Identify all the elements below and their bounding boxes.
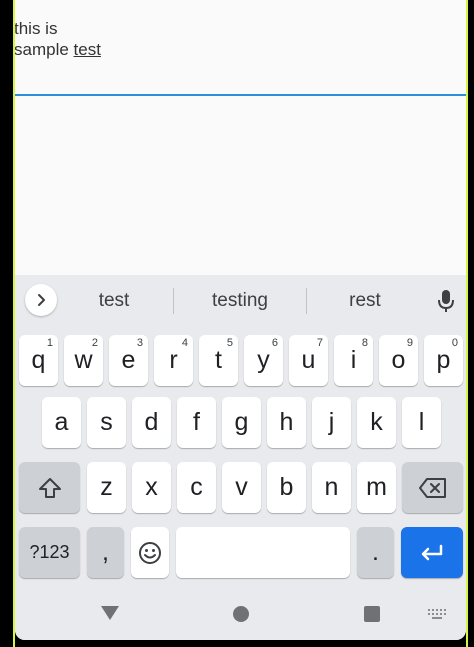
key-g[interactable]: g	[222, 397, 261, 448]
home-circle-icon	[233, 606, 249, 622]
key-q[interactable]: q1	[19, 335, 58, 386]
phone-screen: this is sample test test testing rest q …	[15, 0, 466, 640]
key-o[interactable]: o9	[379, 335, 418, 386]
key-hint: 8	[361, 337, 368, 349]
emoji-key[interactable]	[131, 527, 169, 578]
key-label: u	[301, 346, 316, 374]
key-b[interactable]: b	[267, 462, 306, 513]
key-label: q	[31, 346, 46, 374]
key-v[interactable]: v	[222, 462, 261, 513]
key-label: w	[74, 346, 93, 374]
back-triangle-icon	[101, 606, 119, 620]
key-f[interactable]: f	[177, 397, 216, 448]
suggestion-2[interactable]: testing	[174, 275, 306, 327]
enter-icon	[421, 544, 443, 560]
nav-home-button[interactable]	[230, 603, 252, 625]
expand-toolbar-button[interactable]	[25, 284, 57, 316]
chevron-right-icon	[38, 294, 45, 306]
key-hint: 4	[181, 337, 188, 349]
mic-icon	[438, 290, 454, 312]
keyboard-switch-icon	[428, 609, 446, 619]
nav-keyboard-switch-button[interactable]	[425, 606, 449, 622]
shift-key[interactable]	[19, 462, 80, 513]
key-u[interactable]: u7	[289, 335, 328, 386]
emoji-icon	[139, 541, 161, 564]
key-r[interactable]: r4	[154, 335, 193, 386]
key-hint: 0	[451, 337, 458, 349]
voice-input-button[interactable]	[435, 288, 457, 314]
nav-back-button[interactable]	[99, 603, 121, 623]
key-hint: 1	[46, 337, 53, 349]
text-input-field[interactable]: this is sample test	[15, 0, 466, 96]
key-k[interactable]: k	[357, 397, 396, 448]
soft-keyboard: test testing rest q1 w2 e3 r4 t5 y6 u7 i…	[15, 275, 466, 589]
key-label: t	[215, 346, 222, 374]
key-label: p	[436, 346, 451, 374]
key-s[interactable]: s	[87, 397, 126, 448]
key-d[interactable]: d	[132, 397, 171, 448]
key-hint: 3	[136, 337, 143, 349]
key-j[interactable]: j	[312, 397, 351, 448]
key-label: y	[257, 346, 270, 374]
navigation-bar	[15, 589, 466, 640]
key-w[interactable]: w2	[64, 335, 103, 386]
key-label: i	[350, 346, 357, 374]
comma-key[interactable]: ,	[87, 527, 124, 578]
backspace-key[interactable]	[402, 462, 463, 513]
backspace-icon	[418, 477, 446, 498]
shift-icon	[38, 477, 61, 498]
text-line-1: this is	[15, 19, 58, 38]
period-key[interactable]: .	[357, 527, 394, 578]
text-line-2-prefix: sample	[15, 40, 74, 59]
key-c[interactable]: c	[177, 462, 216, 513]
enter-key[interactable]	[401, 527, 463, 578]
key-i[interactable]: i8	[334, 335, 373, 386]
key-t[interactable]: t5	[199, 335, 238, 386]
key-label: r	[169, 346, 178, 374]
key-p[interactable]: p0	[424, 335, 463, 386]
space-bar[interactable]	[176, 527, 350, 578]
composing-word: test	[73, 40, 101, 59]
recents-square-icon	[364, 606, 380, 622]
suggestion-bar: test testing rest	[15, 275, 466, 327]
key-hint: 5	[226, 337, 233, 349]
key-hint: 2	[91, 337, 98, 349]
key-y[interactable]: y6	[244, 335, 283, 386]
key-hint: 6	[271, 337, 278, 349]
key-h[interactable]: h	[267, 397, 306, 448]
text-line-2: sample test	[15, 40, 101, 60]
key-n[interactable]: n	[312, 462, 351, 513]
key-label: o	[391, 346, 406, 374]
key-x[interactable]: x	[132, 462, 171, 513]
key-z[interactable]: z	[87, 462, 126, 513]
key-hint: 9	[406, 337, 413, 349]
suggestion-3[interactable]: rest	[307, 275, 423, 327]
symbols-key[interactable]: ?123	[19, 527, 80, 578]
nav-recents-button[interactable]	[361, 603, 383, 625]
key-label: e	[121, 346, 136, 374]
suggestion-1[interactable]: test	[55, 275, 173, 327]
key-e[interactable]: e3	[109, 335, 148, 386]
key-m[interactable]: m	[357, 462, 396, 513]
device-frame-edge-right	[466, 0, 468, 647]
key-a[interactable]: a	[42, 397, 81, 448]
key-hint: 7	[316, 337, 323, 349]
key-l[interactable]: l	[402, 397, 441, 448]
